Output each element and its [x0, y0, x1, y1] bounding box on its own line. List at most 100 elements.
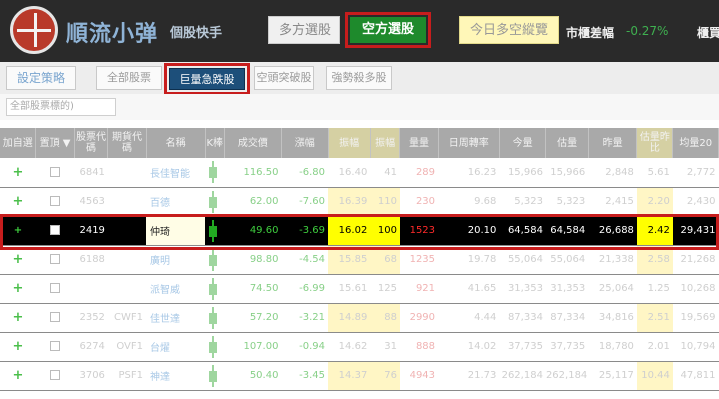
add-watch-button[interactable]: +	[0, 303, 36, 333]
kbar-icon	[205, 361, 225, 391]
col-today-volume[interactable]: 今量	[499, 128, 547, 158]
est-volume-cell: 55,064	[545, 245, 589, 275]
volume-cell: 4943	[399, 361, 439, 391]
pin-checkbox[interactable]	[35, 361, 75, 391]
tab-bear-breakout[interactable]: 空頭突破股	[254, 66, 314, 90]
amplitude2-cell: 31	[370, 332, 400, 362]
col-add-watch[interactable]: 加自選	[0, 128, 37, 158]
col-price[interactable]: 成交價	[224, 128, 282, 158]
checkbox-icon[interactable]	[50, 254, 61, 264]
kbar-icon	[205, 158, 225, 188]
checkbox-icon[interactable]	[50, 196, 61, 206]
add-watch-button[interactable]: +	[0, 332, 36, 362]
long-selection-button[interactable]: 多方選股	[268, 16, 340, 44]
add-watch-button[interactable]: +	[0, 216, 36, 246]
change-cell: -6.99	[281, 274, 328, 304]
table-row[interactable]: +3706 PSF1 神達 50.40 -3.45 14.37 76 4943 21.73 262…	[0, 361, 719, 391]
futures-code: OVF1	[107, 332, 147, 362]
pin-checkbox[interactable]	[35, 332, 75, 362]
avg20-cell: 47,811	[672, 361, 719, 391]
est-ratio-cell: 2.58	[636, 245, 673, 275]
tab-strong-short[interactable]: 強勢殺多股	[326, 66, 392, 90]
table-row[interactable]: +6188 廣明 98.80 -4.54 15.85 68 1235 19.78 55,064 5…	[0, 245, 719, 275]
stock-universe-select[interactable]: 全部股票標的)	[6, 98, 116, 116]
candle-body-icon	[209, 370, 218, 382]
col-change[interactable]: 漲幅	[281, 128, 329, 158]
filter-bar: 全部股票標的)	[0, 94, 719, 120]
col-est-volume[interactable]: 估量	[545, 128, 589, 158]
table-row[interactable]: + 派智威 74.50 -6.99 15.61 125 921 41.65 31,353 31,3…	[0, 274, 719, 304]
stock-name[interactable]: 派智威	[146, 274, 206, 304]
pin-checkbox[interactable]	[35, 158, 75, 188]
today-volume-cell: 5,323	[499, 187, 546, 217]
price-cell: 74.50	[224, 274, 282, 304]
pin-checkbox[interactable]	[35, 245, 75, 275]
add-watch-button[interactable]: +	[0, 158, 36, 188]
avg20-cell: 29,431	[672, 216, 719, 246]
stock-name[interactable]: 台燿	[146, 332, 206, 362]
est-volume-cell: 15,966	[545, 158, 589, 188]
checkbox-icon[interactable]	[50, 283, 61, 293]
add-watch-button[interactable]: +	[0, 274, 36, 304]
table-row[interactable]: +2352 CWF1 佳世達 57.20 -3.21 14.89 88 2990 4.44 87,…	[0, 303, 719, 333]
amplitude-cell: 15.85	[328, 245, 371, 275]
est-ratio-cell: 2.20	[636, 187, 673, 217]
col-amplitude[interactable]: 振幅	[328, 128, 371, 158]
change-cell: -3.45	[281, 361, 328, 391]
today-volume-cell: 37,735	[499, 332, 546, 362]
col-name[interactable]: 名稱	[146, 128, 206, 158]
col-turnover[interactable]: 日周轉率	[438, 128, 500, 158]
today-volume-cell: 87,334	[499, 303, 546, 333]
checkbox-icon[interactable]	[50, 166, 61, 177]
table-row[interactable]: +4563 百德 62.00 -7.60 16.39 110 230 9.68 5,323 5,3…	[0, 187, 719, 217]
stock-name[interactable]: 長佳智能	[146, 158, 206, 188]
col-volume[interactable]: 量量	[399, 128, 439, 158]
pin-checkbox[interactable]	[35, 303, 75, 333]
stock-code: 2352	[74, 303, 108, 333]
kbar-icon	[205, 245, 225, 275]
checkbox-icon[interactable]	[50, 370, 61, 380]
tab-all-stocks[interactable]: 全部股票	[96, 66, 162, 90]
pin-checkbox[interactable]	[35, 274, 75, 304]
table-row[interactable]: +6841 長佳智能 116.50 -6.80 16.40 41 289 16.23 15,96…	[0, 158, 719, 188]
col-amplitude-2[interactable]: 振幅	[370, 128, 401, 158]
app-title: 順流小弹	[66, 21, 159, 47]
col-est-ratio[interactable]: 估量昨比	[636, 128, 674, 158]
est-volume-cell: 31,353	[545, 274, 589, 304]
stock-name[interactable]: 百德	[146, 187, 206, 217]
futures-code	[107, 158, 147, 188]
pin-checkbox[interactable]	[35, 216, 75, 246]
table-row[interactable]: +6274 OVF1 台燿 107.00 -0.94 14.62 31 888 14.02 37,…	[0, 332, 719, 362]
add-watch-button[interactable]: +	[0, 187, 36, 217]
est-ratio-cell: 2.42	[636, 216, 673, 246]
stock-name[interactable]: 佳世達	[146, 303, 206, 333]
tab-setting-strategy[interactable]: 設定策略	[6, 66, 76, 90]
stock-name[interactable]: 神達	[146, 361, 206, 391]
col-yesterday-volume[interactable]: 昨量	[588, 128, 638, 158]
checkbox-icon[interactable]	[50, 225, 61, 235]
candle-body-icon	[209, 196, 218, 208]
checkbox-icon[interactable]	[50, 341, 61, 351]
est-ratio-cell: 1.25	[636, 274, 673, 304]
yesterday-volume-cell: 26,688	[588, 216, 637, 246]
col-kbar[interactable]: K棒	[205, 128, 225, 158]
change-cell: -3.69	[281, 216, 328, 246]
est-ratio-cell: 2.01	[636, 332, 673, 362]
short-selection-button[interactable]: 空方選股	[350, 17, 426, 43]
add-watch-button[interactable]: +	[0, 361, 36, 391]
checkbox-icon[interactable]	[50, 312, 61, 322]
col-pin[interactable]: 置頂 ▼	[35, 128, 75, 158]
col-futures[interactable]: 期貨代碼	[107, 128, 147, 158]
add-watch-button[interactable]: +	[0, 245, 36, 275]
stock-name[interactable]: 廣明	[146, 245, 206, 275]
volume-cell: 289	[399, 158, 439, 188]
col-avg20[interactable]: 均量20	[672, 128, 719, 158]
candle-body-icon	[209, 254, 218, 266]
pin-checkbox[interactable]	[35, 187, 75, 217]
col-code[interactable]: 股票代碼	[74, 128, 109, 158]
stock-name[interactable]: 仲琦	[146, 216, 206, 246]
tab-volume-surge-drop[interactable]: 巨量急跌股	[169, 68, 245, 90]
table-row[interactable]: +2419 仲琦 49.60 -3.69 16.02 100 1523 20.10 64,584…	[0, 216, 719, 246]
amplitude2-cell: 125	[370, 274, 400, 304]
today-overview-button[interactable]: 今日多空縱覽	[459, 16, 559, 44]
